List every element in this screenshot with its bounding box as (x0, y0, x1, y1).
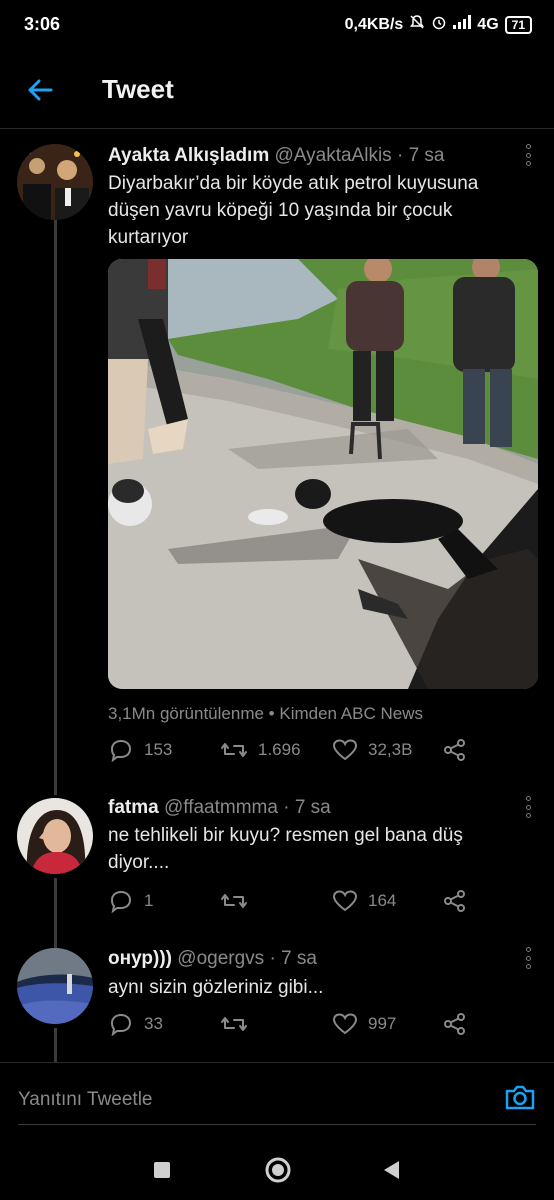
tweet-text-line: kurtarıyor (108, 227, 189, 248)
separator: • (268, 704, 280, 723)
reply-composer[interactable]: Yanıtını Tweetle (0, 1062, 554, 1125)
tweet-views: 3,1Mn görüntülenme • Kimden ABC News (108, 704, 423, 724)
reply-input[interactable]: Yanıtını Tweetle (18, 1089, 153, 1111)
tweet-header: Ayakta Alkışladım @AyaktaAlkis · 7 sa (108, 145, 444, 167)
avatar[interactable] (17, 948, 93, 1024)
reply-button[interactable]: 153 (108, 738, 172, 762)
tweet-header: fatma @ffaatmmma · 7 sa (108, 797, 331, 819)
like-count: 164 (368, 891, 397, 910)
status-bar: 3:06 0,4KB/s 4G 71 (0, 0, 554, 52)
reply-icon (110, 1013, 132, 1036)
author-handle[interactable]: @AyaktaAlkis (275, 145, 392, 166)
retweet-icon (221, 1017, 247, 1031)
avatar[interactable] (17, 144, 93, 220)
tweet-video[interactable] (108, 259, 538, 689)
media-source[interactable]: Kimden ABC News (279, 704, 423, 723)
like-count: 997 (368, 1014, 397, 1033)
alarm-icon (431, 14, 447, 35)
author-handle[interactable]: @ffaatmmma (164, 797, 278, 818)
share-button[interactable] (442, 1012, 468, 1036)
share-icon (444, 739, 465, 761)
back-icon[interactable] (382, 1160, 400, 1185)
tweet-text: Diyarbakır’da bir köyde atık petrol kuyu… (108, 170, 478, 251)
tweet-text-line: Diyarbakır’da bir köyde atık petrol kuyu… (108, 173, 479, 194)
like-count: 32,3B (368, 740, 413, 759)
tweet-time: 7 sa (294, 797, 331, 818)
separator: · (396, 145, 404, 166)
tweet-text: aynı sizin gözleriniz gibi... (108, 974, 323, 1001)
separator: · (283, 797, 290, 818)
retweet-icon (221, 894, 247, 908)
tweet-time: 7 sa (281, 948, 317, 969)
status-indicators: 0,4KB/s 4G 71 (345, 14, 532, 35)
tweet-actions: 33 997 (108, 1012, 528, 1044)
signal-icon (453, 15, 472, 34)
divider (18, 1124, 536, 1125)
tweet-text-line: ne tehlikeli bir kuyu? resmen gel bana d… (108, 825, 463, 846)
separator: · (269, 948, 276, 969)
network-type: 4G (477, 15, 499, 33)
share-button[interactable] (442, 738, 468, 762)
retweet-icon (221, 743, 247, 757)
tweet-actions: 153 1.696 32,3B (108, 738, 528, 770)
heart-icon (332, 1013, 358, 1035)
reply-count: 33 (144, 1014, 163, 1033)
system-nav-bar (0, 1140, 554, 1200)
page-title: Tweet (102, 74, 174, 104)
author-name[interactable]: Ayakta Alkışladım (108, 145, 269, 166)
net-speed: 0,4KB/s (344, 15, 404, 33)
reply-button[interactable]: 33 (108, 1012, 163, 1036)
tweet-text-line: düşen yavru köpeği 10 yaşında bir çocuk (108, 200, 453, 221)
heart-icon (332, 890, 358, 912)
app-header: Tweet (0, 52, 554, 129)
more-vertical-icon[interactable] (522, 796, 534, 818)
like-button[interactable]: 997 (332, 1012, 396, 1036)
heart-icon (332, 739, 358, 761)
camera-icon[interactable] (504, 1083, 536, 1116)
author-name[interactable]: онур))) (108, 948, 172, 969)
reply-icon (110, 890, 132, 913)
retweet-button[interactable]: 1.696 (220, 738, 301, 762)
tweet-text-line: aynı sizin gözleriniz gibi... (108, 977, 324, 998)
avatar[interactable] (17, 798, 93, 874)
thread-line (54, 878, 57, 948)
tweet-text: ne tehlikeli bir kuyu? resmen gel bana d… (108, 822, 463, 876)
status-time: 3:06 (24, 14, 61, 34)
more-vertical-icon[interactable] (522, 144, 534, 166)
view-count: 3,1Mn görüntülenme (108, 704, 264, 723)
retweet-button[interactable] (220, 889, 258, 913)
like-button[interactable]: 32,3B (332, 738, 412, 762)
thread-line (54, 1028, 57, 1062)
thread-line (54, 220, 57, 795)
share-button[interactable] (442, 889, 468, 913)
author-handle[interactable]: @ogergvs (177, 948, 264, 969)
share-icon (444, 1013, 465, 1035)
tweet-actions: 1 164 (108, 889, 528, 921)
reply-button[interactable]: 1 (108, 889, 153, 913)
author-name[interactable]: fatma (108, 797, 159, 818)
arrow-left-icon[interactable] (20, 72, 60, 108)
tweet-time: 7 sa (408, 145, 445, 166)
reply-icon (110, 739, 132, 762)
tweet-text-line: diyor.... (108, 852, 170, 873)
like-button[interactable]: 164 (332, 889, 396, 913)
reply-count: 1 (144, 891, 154, 910)
retweet-count: 1.696 (258, 740, 301, 759)
reply-count: 153 (144, 740, 173, 759)
retweet-button[interactable] (220, 1012, 258, 1036)
recents-icon[interactable] (153, 1161, 171, 1184)
more-vertical-icon[interactable] (522, 947, 534, 969)
share-icon (444, 890, 465, 912)
battery-icon: 71 (504, 15, 532, 34)
home-icon[interactable] (264, 1156, 292, 1189)
mute-icon (409, 14, 425, 35)
tweet-header: онур))) @ogergvs · 7 sa (108, 948, 317, 970)
